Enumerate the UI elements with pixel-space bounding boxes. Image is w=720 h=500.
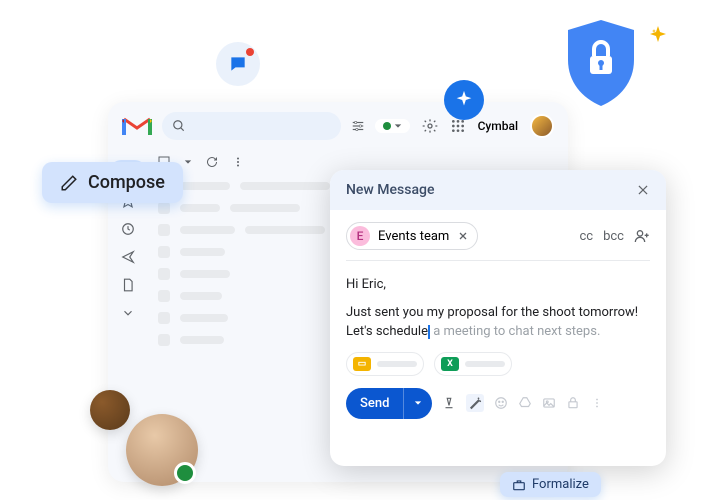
slides-icon: ▭ [353, 357, 371, 371]
chevron-down-icon[interactable] [121, 306, 135, 320]
remove-chip-icon[interactable] [457, 230, 469, 242]
ai-sparkle-badge [444, 80, 484, 120]
chevron-down-icon[interactable] [184, 158, 192, 166]
image-icon[interactable] [542, 396, 556, 410]
search-icon [172, 119, 186, 133]
compose-header: New Message [330, 170, 666, 210]
tune-icon[interactable] [351, 119, 365, 133]
recipient-chip[interactable]: E Events team [346, 222, 478, 250]
email-body[interactable]: Hi Eric, Just sent you my proposal for t… [346, 275, 650, 342]
inbox-toolbar [158, 156, 558, 168]
compose-label: Compose [88, 172, 165, 193]
magic-wand-icon[interactable] [466, 394, 484, 412]
drive-icon[interactable] [518, 396, 532, 410]
formalize-button[interactable]: Formalize [500, 472, 601, 497]
sent-icon[interactable] [121, 250, 135, 264]
notification-dot-icon [246, 48, 254, 56]
formalize-label: Formalize [532, 477, 589, 492]
send-button[interactable]: Send [346, 388, 432, 419]
gear-icon[interactable] [422, 118, 438, 134]
recipient-row: E Events team cc bcc [346, 222, 650, 261]
attachment-slides[interactable]: ▭ [346, 352, 424, 376]
contact-avatar-2 [126, 414, 198, 486]
sparkle-gold-icon [646, 24, 670, 48]
pencil-icon [60, 174, 78, 192]
compose-button[interactable]: Compose [42, 162, 183, 203]
close-icon[interactable] [636, 183, 650, 197]
compose-title: New Message [346, 182, 434, 198]
cc-button[interactable]: cc [579, 229, 593, 244]
more-vert-icon[interactable] [232, 156, 244, 168]
lock-time-icon[interactable] [566, 396, 580, 410]
chat-badge [216, 42, 260, 86]
shield-icon [560, 16, 642, 110]
apps-grid-icon[interactable] [450, 118, 466, 134]
recipient-name: Events team [378, 229, 449, 244]
more-vert-icon[interactable] [590, 396, 604, 410]
sparkle-icon [453, 89, 475, 111]
body-greeting: Hi Eric, [346, 275, 650, 295]
chat-icon [228, 54, 248, 74]
app-header: Cymbal [108, 102, 568, 150]
active-dot-icon [383, 122, 391, 130]
search-input[interactable] [162, 112, 341, 140]
smart-compose-suggestion: a meeting to chat next steps. [430, 324, 600, 339]
refresh-icon[interactable] [206, 156, 218, 168]
brand-label: Cymbal [478, 119, 518, 133]
chevron-down-icon [394, 122, 402, 130]
send-label: Send [346, 388, 403, 419]
file-icon[interactable] [121, 278, 135, 292]
chevron-down-icon [414, 399, 422, 407]
user-avatar[interactable] [530, 114, 554, 138]
recipient-avatar: E [350, 226, 370, 246]
clock-icon[interactable] [121, 222, 135, 236]
bcc-button[interactable]: bcc [603, 229, 624, 244]
briefcase-icon [512, 478, 526, 492]
attachment-sheets[interactable]: X [434, 352, 512, 376]
gmail-logo-icon [122, 115, 152, 137]
body-line1: Just sent you my proposal for the shoot … [346, 303, 650, 323]
contact-avatar-1 [90, 390, 130, 430]
emoji-icon[interactable] [494, 396, 508, 410]
sheets-icon: X [441, 357, 459, 371]
status-indicator[interactable] [375, 119, 410, 133]
compose-window: New Message E Events team cc bcc Hi Eric… [330, 170, 666, 466]
add-contact-icon[interactable] [634, 228, 650, 244]
body-typed-text: Let's schedule [346, 324, 428, 339]
text-format-icon[interactable] [442, 396, 456, 410]
send-options-dropdown[interactable] [403, 388, 432, 419]
